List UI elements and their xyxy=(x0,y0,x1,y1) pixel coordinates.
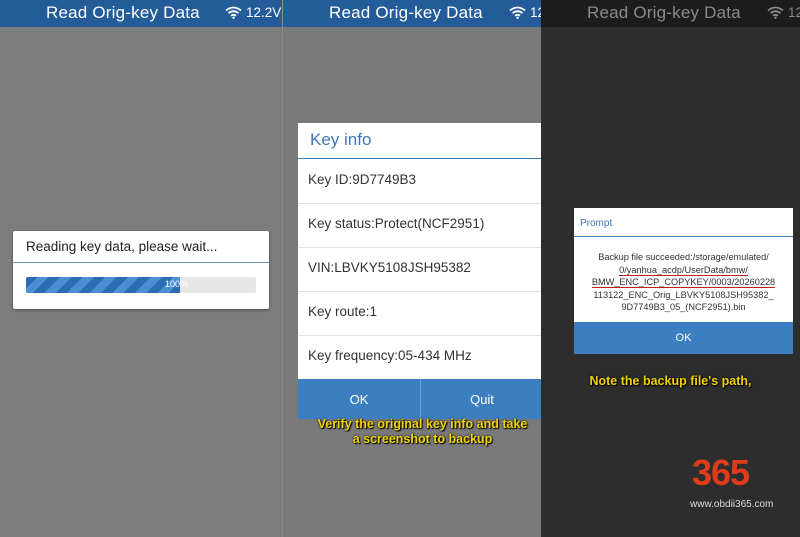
key-id-text: Key ID:9D7749B3 xyxy=(308,172,417,187)
key-route-row: Key route:1 xyxy=(298,291,542,336)
message-line: 113122_ENC_Orig_LBVKY5108JSH95382_ xyxy=(593,289,774,300)
progress-fill: 100% xyxy=(26,277,188,293)
key-frequency-text: Key frequency:05-434 MHz xyxy=(308,348,472,363)
dialog-divider xyxy=(13,262,269,263)
caption-note: Note the backup file's path, xyxy=(541,374,800,389)
progress-label: 100% xyxy=(165,279,189,289)
app-title: Read Orig-key Data xyxy=(587,3,741,22)
screen-reading: Read Orig-key Data 12.2V Reading key dat… xyxy=(0,0,282,537)
wifi-icon xyxy=(509,6,526,19)
screen-key-info: Read Orig-key Data 12 Key info Key ID:9D… xyxy=(282,0,542,537)
message-line: Backup file succeeded:/storage/emulated/ xyxy=(598,252,769,262)
key-status-text: Key status:Protect(NCF2951) xyxy=(308,216,485,231)
vin-text: VIN:LBVKY5108JSH95382 xyxy=(308,260,471,275)
voltage-text: 12 xyxy=(788,5,800,20)
caption-line: Verify the original key info and take xyxy=(317,417,528,431)
backup-path-message: Backup file succeeded:/storage/emulated/… xyxy=(578,251,789,314)
prompt-dialog: Prompt Backup file succeeded:/storage/em… xyxy=(574,208,793,354)
key-status-row: Key status:Protect(NCF2951) xyxy=(298,203,542,248)
key-id-row: Key ID:9D7749B3 xyxy=(298,159,542,204)
progress-bar: 100% xyxy=(26,277,256,293)
caption-line: a screenshot to backup xyxy=(352,432,493,446)
message-line: 9D7749B3_05_(NCF2951).bin xyxy=(621,302,746,313)
status-area: 12.2V xyxy=(225,5,281,20)
message-line-underlined: BMW_ENC_ICP_COPYKEY/0003/20260228 xyxy=(591,277,776,289)
title-bar: Read Orig-key Data 12 xyxy=(283,0,542,27)
caption-verify: Verify the original key info and take a … xyxy=(299,417,542,447)
status-area: 12 xyxy=(509,5,542,20)
dialog-divider xyxy=(574,236,793,237)
ok-button[interactable]: OK xyxy=(298,379,420,419)
watermark-url: www.obdii365.com xyxy=(690,499,774,510)
title-bar: Read Orig-key Data 12 xyxy=(541,0,800,27)
title-bar: Read Orig-key Data 12.2V xyxy=(0,0,282,27)
wifi-icon xyxy=(767,6,784,19)
key-info-dialog: Key info Key ID:9D7749B3 Key status:Prot… xyxy=(298,123,542,419)
status-area: 12 xyxy=(767,5,800,20)
wifi-icon xyxy=(225,6,242,19)
ok-button[interactable]: OK xyxy=(574,322,793,354)
quit-button[interactable]: Quit xyxy=(420,379,542,419)
app-title: Read Orig-key Data xyxy=(46,3,200,22)
message-line-underlined: 0/yanhua_acdp/UserData/bmw/ xyxy=(619,264,748,276)
dialog-buttons: OK Quit xyxy=(298,379,542,419)
dialog-title: Key info xyxy=(310,130,372,149)
voltage-text: 12.2V xyxy=(246,5,282,20)
key-route-text: Key route:1 xyxy=(308,304,378,319)
caption-line: Note the backup file's path, xyxy=(589,374,752,388)
obdii365-logo: 365 www.obdii365.com xyxy=(690,452,790,532)
key-frequency-row: Key frequency:05-434 MHz xyxy=(298,335,542,379)
vin-row: VIN:LBVKY5108JSH95382 xyxy=(298,247,542,292)
reading-message: Reading key data, please wait... xyxy=(26,239,218,254)
reading-dialog: Reading key data, please wait... 100% xyxy=(13,231,269,309)
dialog-title: Prompt xyxy=(580,218,613,229)
logo-number: 365 xyxy=(692,452,750,493)
app-title: Read Orig-key Data xyxy=(329,3,483,22)
